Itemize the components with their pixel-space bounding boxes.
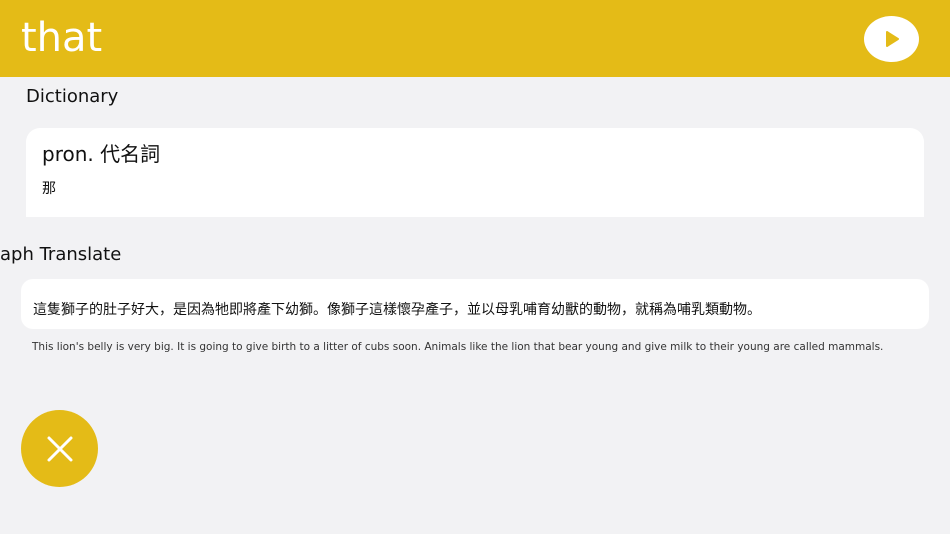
paragraph-chinese: 這隻獅子的肚子好大，是因為牠即將產下幼獅。像獅子這樣懷孕產子，並以母乳哺育幼獸的… <box>33 302 761 318</box>
paragraph-translate-label: aph Translate <box>0 244 122 265</box>
play-icon <box>885 31 899 47</box>
dictionary-card: pron. 代名詞 那 <box>26 128 924 217</box>
part-of-speech: pron. 代名詞 <box>42 142 161 166</box>
definition: 那 <box>42 181 56 197</box>
dictionary-section-label: Dictionary <box>26 86 119 107</box>
play-audio-button[interactable] <box>864 16 919 62</box>
word-header: that <box>0 0 950 77</box>
headword: that <box>21 15 103 61</box>
paragraph-card: 這隻獅子的肚子好大，是因為牠即將產下幼獅。像獅子這樣懷孕產子，並以母乳哺育幼獸的… <box>21 279 929 329</box>
paragraph-english: This lion's belly is very big. It is goi… <box>32 341 884 353</box>
close-icon <box>47 436 72 461</box>
close-button[interactable] <box>21 410 98 487</box>
